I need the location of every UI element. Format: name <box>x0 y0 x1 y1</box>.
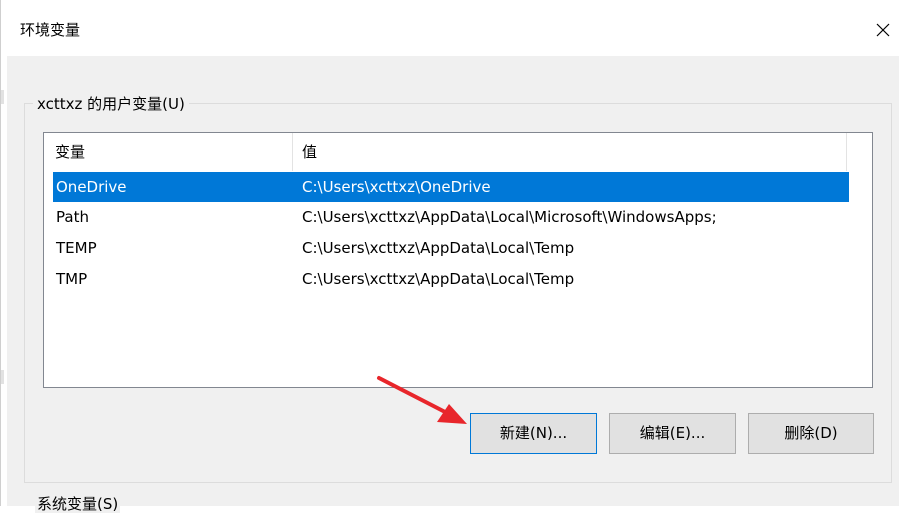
list-header: 变量 值 <box>44 133 847 171</box>
variable-name: Path <box>56 208 89 226</box>
close-icon <box>876 23 890 37</box>
list-item-onedrive[interactable]: OneDrive C:\Users\xcttxz\OneDrive <box>53 172 849 202</box>
window-edge-mark <box>1 370 4 384</box>
window-edge-mark <box>1 90 4 104</box>
variable-value: C:\Users\xcttxz\AppData\Local\Temp <box>302 270 575 288</box>
user-variables-list[interactable]: 变量 值 OneDrive C:\Users\xcttxz\OneDrive P… <box>43 132 873 388</box>
edit-variable-button[interactable]: 编辑(E)... <box>609 413 736 454</box>
variable-name: TMP <box>56 270 88 288</box>
environment-variables-window: 环境变量 xcttxz 的用户变量(U) 变量 值 OneDrive C:\Us… <box>0 0 899 513</box>
list-item-path[interactable]: Path C:\Users\xcttxz\AppData\Local\Micro… <box>53 202 849 232</box>
list-item-temp[interactable]: TEMP C:\Users\xcttxz\AppData\Local\Temp <box>53 233 849 263</box>
variable-name: TEMP <box>56 239 97 257</box>
variable-value: C:\Users\xcttxz\OneDrive <box>302 178 491 196</box>
new-variable-button[interactable]: 新建(N)... <box>470 413 597 454</box>
column-separator[interactable] <box>292 133 293 171</box>
variable-value: C:\Users\xcttxz\AppData\Local\Temp <box>302 239 575 257</box>
system-variables-group-title: 系统变量(S) <box>35 495 121 513</box>
user-variables-group-title: xcttxz 的用户变量(U) <box>33 95 189 113</box>
delete-variable-button[interactable]: 删除(D) <box>748 413 874 454</box>
close-button[interactable] <box>866 10 899 50</box>
variable-name: OneDrive <box>56 178 127 196</box>
column-header-variable[interactable]: 变量 <box>55 133 291 171</box>
list-item-tmp[interactable]: TMP C:\Users\xcttxz\AppData\Local\Temp <box>53 264 849 294</box>
title-bar: 环境变量 <box>1 0 899 56</box>
column-separator[interactable] <box>846 133 847 171</box>
variable-value: C:\Users\xcttxz\AppData\Local\Microsoft\… <box>302 208 717 226</box>
column-header-value[interactable]: 值 <box>302 133 842 171</box>
window-title: 环境变量 <box>20 21 81 39</box>
